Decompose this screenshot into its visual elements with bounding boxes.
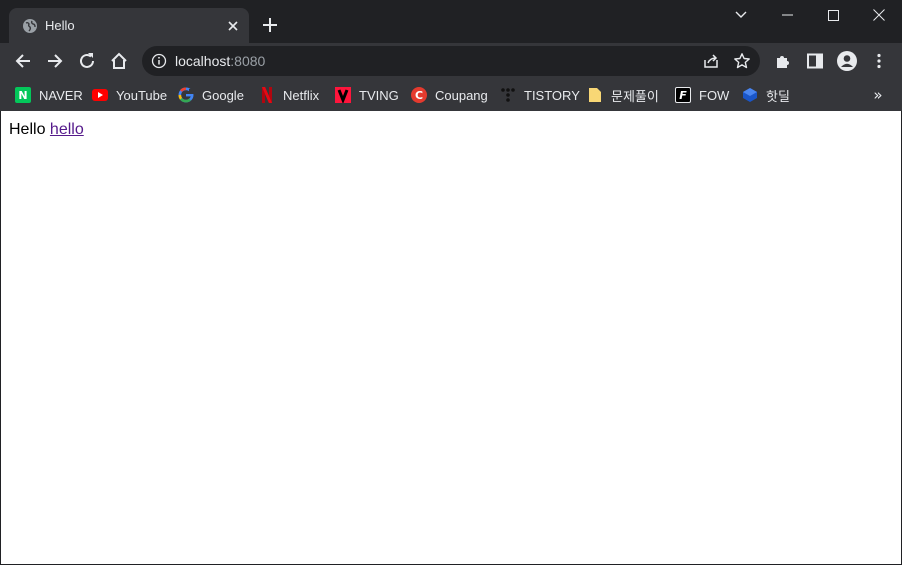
bookmark-google[interactable]: Google [178,84,244,106]
bookmark-youtube[interactable]: YouTube [92,84,167,106]
bookmark-label: 핫딜 [766,88,790,104]
maximize-button[interactable] [810,4,856,26]
bookmark-coupang[interactable]: C Coupang [411,84,488,106]
star-icon[interactable] [733,52,751,70]
page-body: Hello hello [9,121,84,139]
back-button[interactable] [11,49,35,73]
reload-button[interactable] [75,49,99,73]
menu-button[interactable] [867,49,891,73]
tab-hello[interactable]: Hello [9,8,249,43]
fow-icon: F [675,87,691,103]
bookmark-label: Coupang [435,87,488,103]
tab-title: Hello [45,18,75,33]
home-icon [111,52,127,69]
bookmark-hotdeal[interactable]: 핫딜 [742,84,790,106]
coupang-icon: C [411,87,427,103]
profile-button[interactable] [835,49,859,73]
netflix-icon [259,87,275,103]
tving-icon [335,87,351,103]
close-icon[interactable] [224,17,242,35]
kebab-menu-icon [877,53,881,69]
bookmark-tistory[interactable]: TISTORY [500,84,580,106]
tab-strip: Hello [0,0,902,43]
youtube-icon [92,87,108,103]
url-text[interactable]: localhost:8080 [175,53,265,69]
bookmark-label: FOW [699,87,730,103]
new-tab-button[interactable] [260,15,280,35]
hotdeal-icon [742,87,758,103]
globe-icon [22,18,38,34]
bookmark-folder[interactable]: 문제풀이 [587,84,659,106]
bookmark-label: NAVER [39,87,83,103]
side-panel-button[interactable] [803,49,827,73]
bookmark-label: Netflix [283,87,320,103]
url-port: :8080 [230,53,266,69]
forward-button[interactable] [43,49,67,73]
address-bar[interactable]: localhost:8080 [142,46,760,76]
hello-text: Hello [9,121,46,138]
naver-icon: N [15,87,31,103]
more-bookmarks-button[interactable]: » [868,85,888,105]
reload-icon [80,53,94,68]
home-button[interactable] [107,49,131,73]
bookmarks-bar: N NAVER YouTube Google Netflix TVING C C… [0,79,902,111]
bookmark-label: 문제풀이 [611,88,659,104]
arrow-left-icon [15,54,30,68]
extensions-button[interactable] [771,49,795,73]
bookmark-fow[interactable]: F FOW [675,84,729,106]
puzzle-icon [777,56,789,68]
bookmark-label: YouTube [116,87,168,103]
tab-search-button[interactable] [718,4,764,26]
folder-icon [587,87,603,103]
bookmark-label: Google [202,87,244,103]
tistory-icon [500,87,516,103]
close-window-button[interactable] [856,4,902,26]
bookmark-label: TVING [359,87,399,103]
url-host: localhost [175,53,231,69]
avatar-icon [837,51,857,71]
toolbar: localhost:8080 [0,43,902,79]
hello-link[interactable]: hello [50,121,84,138]
bookmark-netflix[interactable]: Netflix [259,84,319,106]
side-panel-icon [807,53,823,69]
info-icon[interactable] [151,53,167,69]
minimize-button[interactable] [764,4,810,26]
bookmark-tving[interactable]: TVING [335,84,399,106]
arrow-right-icon [48,54,63,68]
bookmark-label: TISTORY [524,87,580,103]
bookmark-naver[interactable]: N NAVER [15,84,83,106]
google-icon [178,87,194,103]
page-viewport: Hello hello [1,111,901,564]
share-icon[interactable] [702,52,720,70]
